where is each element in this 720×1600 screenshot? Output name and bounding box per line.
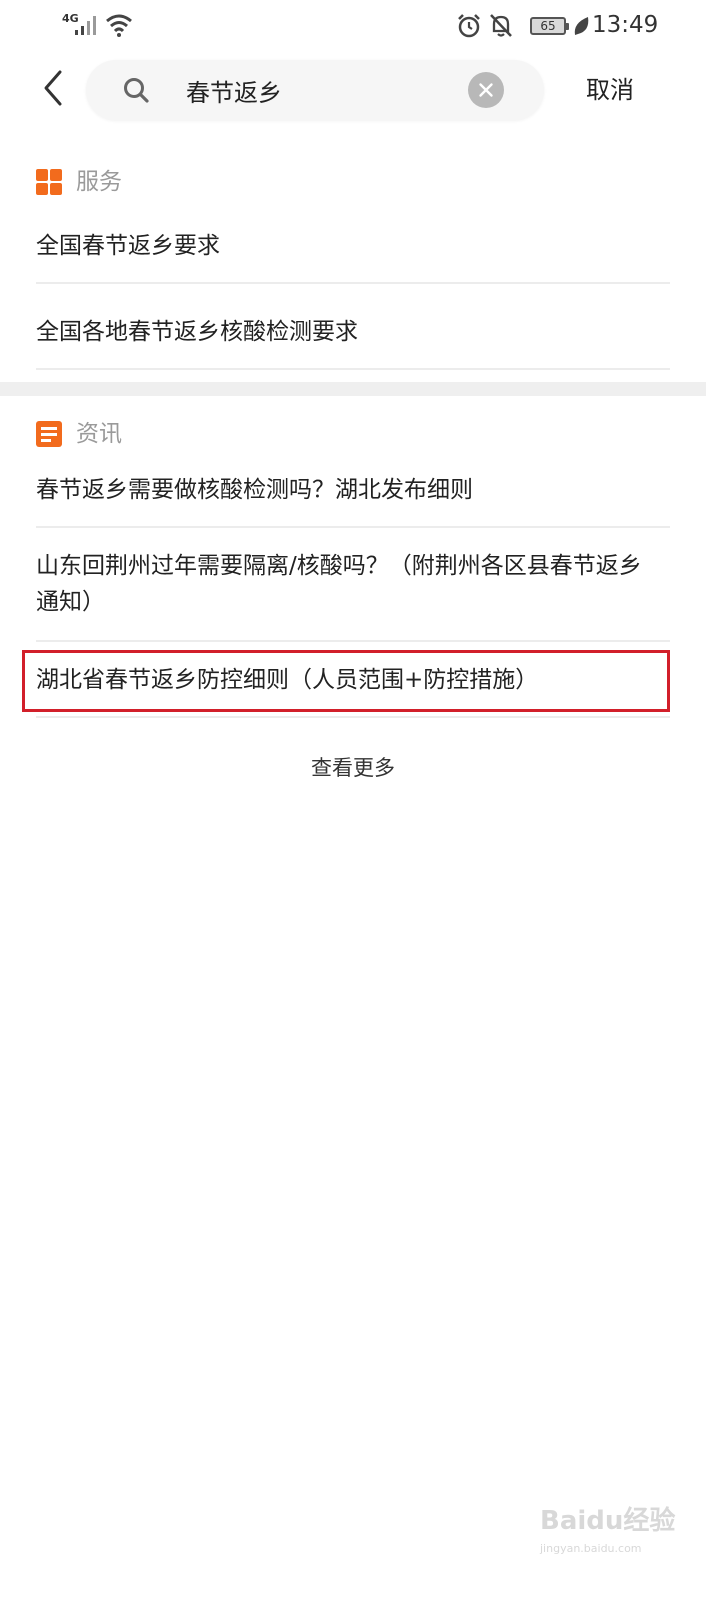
clear-icon[interactable] <box>468 72 504 108</box>
battery-level: 65 <box>530 17 566 35</box>
battery-icon: 65 <box>530 15 570 37</box>
search-input[interactable] <box>186 70 456 110</box>
service-item[interactable]: 全国春节返乡要求 <box>36 222 670 284</box>
news-item[interactable]: 湖北省春节返乡防控细则（人员范围+防控措施） <box>36 656 670 718</box>
status-bar: 4G 65 13:49 <box>0 0 720 50</box>
bell-off-icon <box>490 14 512 37</box>
watermark-text: Baidu经验 <box>540 1506 676 1536</box>
search-bar[interactable] <box>86 60 544 120</box>
section-title: 资讯 <box>76 421 122 447</box>
clock: 13:49 <box>592 12 659 38</box>
section-title: 服务 <box>76 169 122 195</box>
news-icon <box>36 421 62 447</box>
cancel-button[interactable]: 取消 <box>572 70 648 110</box>
back-icon[interactable] <box>36 66 72 110</box>
service-item[interactable]: 全国各地春节返乡核酸检测要求 <box>36 308 670 370</box>
leaf-icon <box>574 17 589 35</box>
signal-icon <box>75 16 96 35</box>
watermark: Baidu经验 jingyan.baidu.com <box>540 1488 690 1578</box>
section-divider <box>0 382 706 396</box>
alarm-icon <box>458 14 480 38</box>
grid-icon <box>36 169 62 195</box>
wifi-icon <box>106 14 132 37</box>
view-more-link[interactable]: 查看更多 <box>0 750 706 786</box>
search-icon <box>124 78 149 103</box>
watermark-url: jingyan.baidu.com <box>540 1542 642 1555</box>
news-item[interactable]: 春节返乡需要做核酸检测吗？湖北发布细则 <box>36 466 670 528</box>
news-item[interactable]: 山东回荆州过年需要隔离/核酸吗？（附荆州各区县春节返乡通知） <box>36 544 670 642</box>
